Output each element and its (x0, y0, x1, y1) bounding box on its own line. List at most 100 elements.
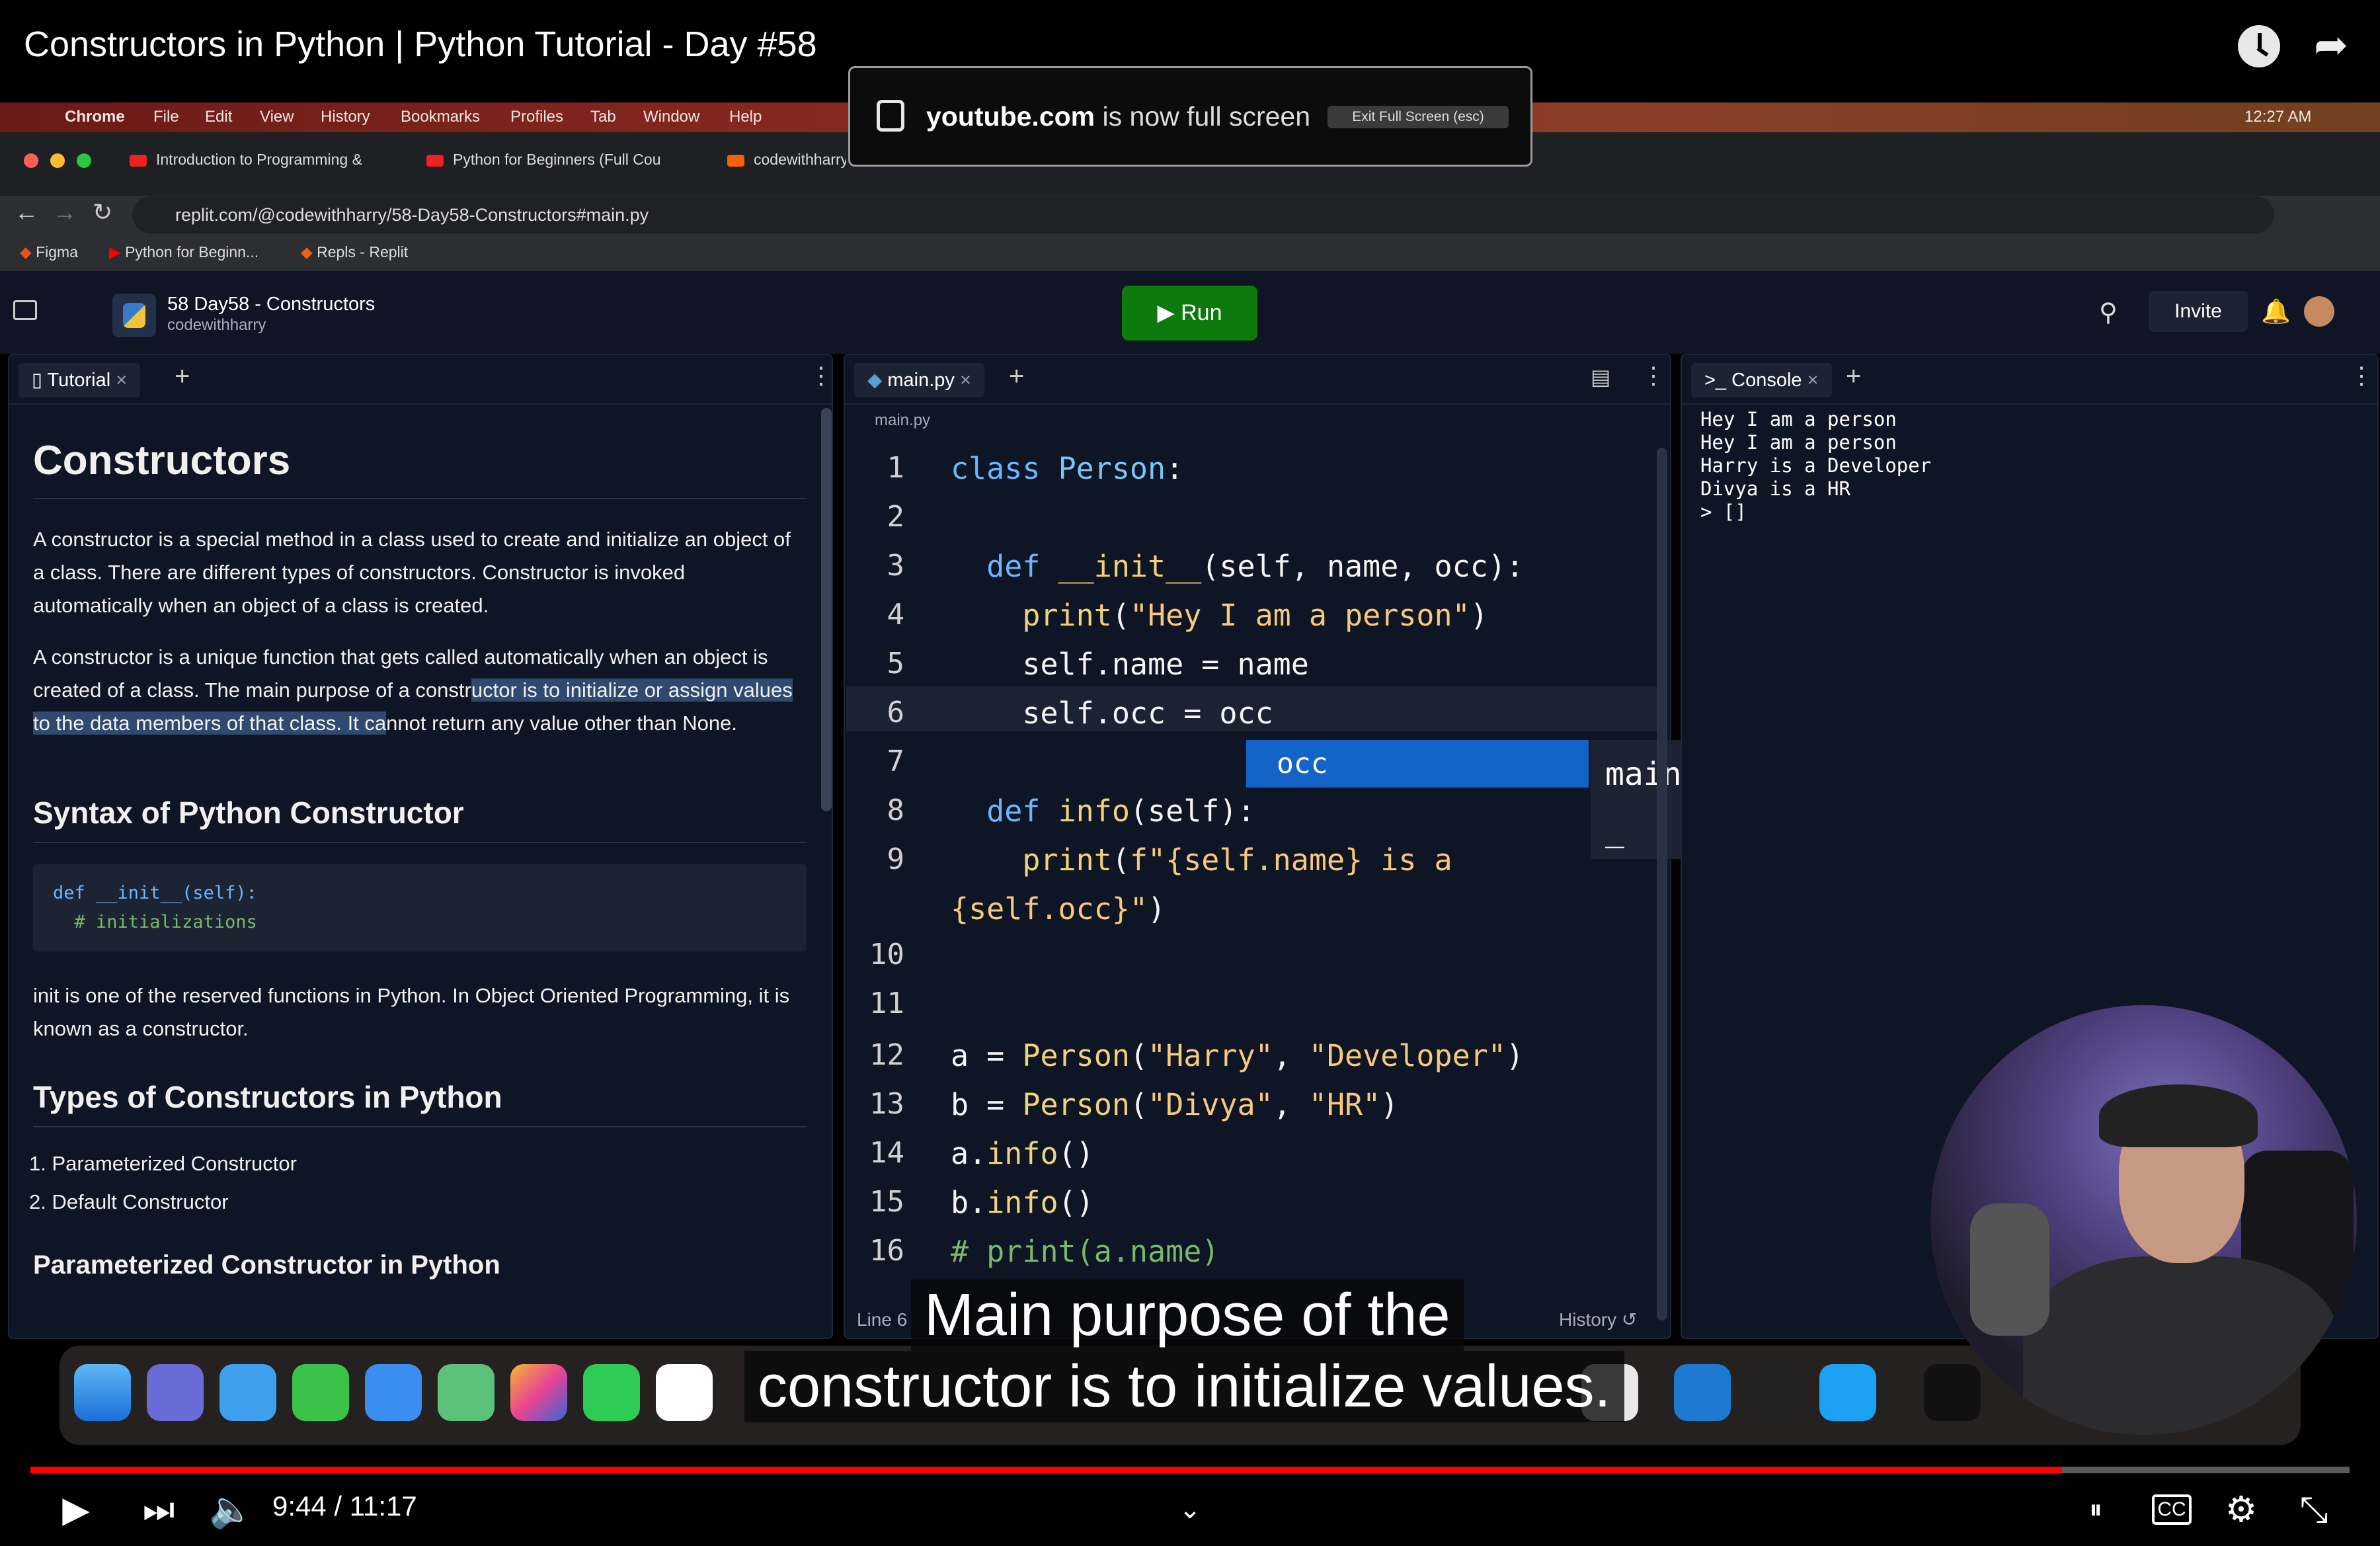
tab-tutorial-label: Tutorial (47, 370, 111, 391)
terminal-icon: >_ (1704, 370, 1727, 391)
photos-icon[interactable] (510, 1364, 567, 1421)
more-options-icon[interactable]: ⋮ (1642, 362, 1665, 389)
forward-icon[interactable]: → (53, 198, 77, 226)
menu-help[interactable]: Help (729, 108, 762, 126)
close-icon[interactable]: × (1807, 370, 1819, 391)
terminal-icon[interactable] (1747, 1364, 1804, 1421)
repl-owner[interactable]: codewithharry (167, 316, 266, 335)
minimize-window-button[interactable] (50, 153, 65, 168)
code-line[interactable]: {self.occ}") (951, 891, 1166, 926)
video-title[interactable]: Constructors in Python | Python Tutorial… (24, 24, 817, 65)
autocomplete-suggestion[interactable]: occ (1246, 740, 1589, 788)
messages-icon[interactable] (292, 1364, 349, 1421)
section-heading: Syntax of Python Constructor (33, 793, 807, 843)
settings-icon[interactable]: ⚙ (2218, 1486, 2264, 1533)
finder-icon[interactable] (74, 1364, 131, 1421)
code-line[interactable]: self.name = name (951, 647, 1309, 682)
code-line[interactable]: def info(self): (951, 793, 1255, 829)
tab-main-py-label: main.py (887, 370, 955, 391)
add-tab-icon[interactable]: + (1846, 362, 1861, 391)
run-button[interactable]: ▶ Run (1122, 286, 1257, 341)
menu-view[interactable]: View (260, 108, 294, 126)
layout-icon[interactable]: ▤ (1591, 364, 1610, 389)
notifications-icon[interactable]: 🔔 (2261, 298, 2291, 325)
microphone (1970, 1203, 2049, 1336)
logitech-icon[interactable] (1924, 1364, 1981, 1421)
play-button[interactable]: ▶ (53, 1486, 99, 1533)
close-icon[interactable]: × (116, 370, 127, 391)
close-icon[interactable]: × (960, 370, 971, 391)
progress-played (30, 1467, 2062, 1473)
code-line[interactable]: print("Hey I am a person") (951, 598, 1488, 633)
exit-fullscreen-button[interactable]: Exit Full Screen (esc) (1328, 106, 1509, 128)
browser-tab[interactable]: Python for Beginners (Full Cou (426, 151, 701, 183)
sidebar-toggle-icon[interactable] (13, 300, 37, 320)
code-line[interactable]: def __init__(self, name, occ): (951, 549, 1524, 584)
menu-history[interactable]: History (321, 108, 370, 126)
code-line[interactable]: b = Person("Divya", "HR") (951, 1087, 1398, 1122)
bookmark-figma[interactable]: ◆ Figma (20, 243, 78, 261)
maps-icon[interactable] (438, 1364, 495, 1421)
watch-later-icon[interactable] (2238, 25, 2280, 67)
text-span: nnot return any value other than None. (386, 712, 737, 735)
exit-fullscreen-icon[interactable]: ⤡ (2291, 1486, 2337, 1533)
reload-icon[interactable]: ↻ (93, 198, 112, 226)
code-line[interactable]: print(f"{self.name} is a (951, 842, 1452, 877)
chevron-down-icon[interactable]: ⌄ (1167, 1486, 1213, 1533)
autoplay-toggle[interactable]: ⏸ (2066, 1486, 2125, 1533)
zoom-window-button[interactable] (77, 153, 91, 168)
back-icon[interactable]: ← (15, 198, 38, 226)
search-icon[interactable]: ⚲ (2099, 298, 2118, 327)
more-options-icon[interactable]: ⋮ (809, 362, 833, 389)
facetime-icon[interactable] (583, 1364, 640, 1421)
menu-edit[interactable]: Edit (205, 108, 232, 126)
code-line: def __init__(self): (53, 883, 257, 903)
share-icon[interactable]: ➦ (2307, 24, 2355, 67)
cursor-position: Line 6 (857, 1309, 908, 1330)
code-line[interactable]: class Person: (951, 451, 1183, 486)
code-line[interactable]: a = Person("Harry", "Developer") (951, 1038, 1524, 1073)
code-line[interactable]: # print(a.name) (951, 1234, 1219, 1269)
code-line[interactable]: self.occ = occ (951, 696, 1273, 731)
tab-tutorial[interactable]: ▯ Tutorial × (19, 363, 141, 397)
browser-tab[interactable]: Introduction to Programming & (130, 151, 407, 183)
tab-main-py[interactable]: ◆ main.py × (854, 363, 984, 397)
invite-button[interactable]: Invite (2149, 291, 2248, 332)
next-button[interactable]: ⏭ (136, 1486, 182, 1533)
browser-tab[interactable]: codewithharry (Harry) - Replit (727, 151, 846, 183)
safari-icon[interactable] (219, 1364, 276, 1421)
console-output[interactable]: Hey I am a person Hey I am a person Harr… (1700, 408, 1931, 524)
scrollbar[interactable] (1657, 448, 1667, 1321)
more-options-icon[interactable]: ⋮ (2350, 362, 2373, 389)
code-line[interactable]: a.info() (951, 1136, 1094, 1171)
bookmark-repls[interactable]: ◆ Repls - Replit (301, 243, 408, 261)
launchpad-icon[interactable] (147, 1364, 204, 1421)
menu-window[interactable]: Window (643, 108, 699, 126)
address-bar[interactable]: replit.com/@codewithharry/58-Day58-Const… (132, 196, 2274, 233)
replit-header: 58 Day58 - Constructors codewithharry ▶ … (0, 271, 2380, 354)
scrollbar[interactable] (821, 408, 832, 811)
tab-console[interactable]: >_ Console × (1691, 363, 1832, 397)
add-tab-icon[interactable]: + (175, 362, 190, 391)
history-button[interactable]: History ↺ (1559, 1301, 1637, 1339)
calendar-icon[interactable] (656, 1364, 713, 1421)
captions-button[interactable]: CC (2152, 1494, 2192, 1525)
close-window-button[interactable] (24, 153, 38, 168)
tutorial-heading: Constructors (33, 434, 807, 499)
mail-icon[interactable] (365, 1364, 422, 1421)
bookmark-python[interactable]: ▶ Python for Beginn... (109, 243, 258, 261)
menu-tab[interactable]: Tab (590, 108, 616, 126)
skype-icon[interactable] (1819, 1364, 1876, 1421)
menu-bookmarks[interactable]: Bookmarks (401, 108, 480, 126)
avatar[interactable] (2304, 296, 2334, 327)
menu-file[interactable]: File (153, 108, 179, 126)
vscode-icon[interactable] (1674, 1364, 1731, 1421)
code-line[interactable]: b.info() (951, 1185, 1094, 1220)
breadcrumb[interactable]: main.py (845, 405, 1670, 436)
add-tab-icon[interactable]: + (1009, 362, 1024, 391)
menu-profiles[interactable]: Profiles (510, 108, 563, 126)
volume-icon[interactable]: 🔈 (208, 1486, 255, 1533)
menu-chrome[interactable]: Chrome (65, 108, 125, 126)
repl-name[interactable]: 58 Day58 - Constructors (167, 294, 375, 315)
book-icon: ▯ (32, 370, 42, 391)
